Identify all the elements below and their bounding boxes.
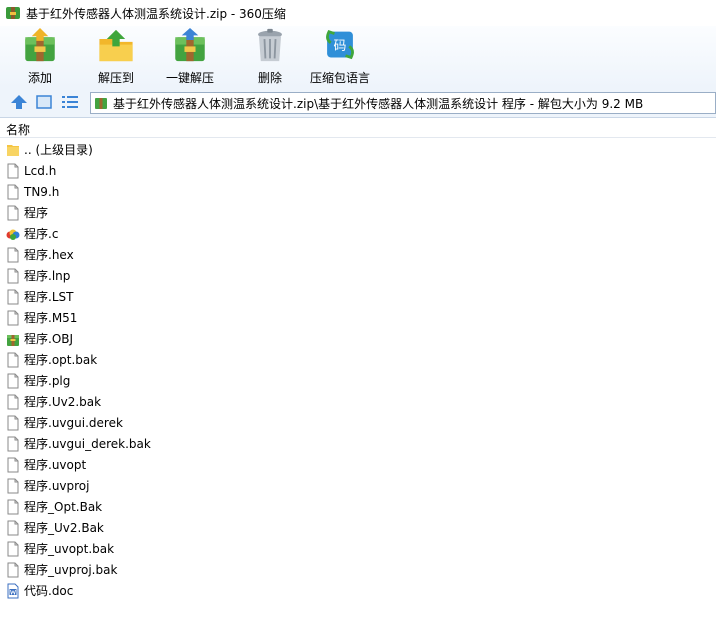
file-name: 代码.doc	[24, 584, 74, 598]
file-icon	[7, 541, 19, 556]
toolbar: 添加 解压到 一键解压 删除 码 压缩包语言	[0, 26, 716, 88]
path-text: 基于红外传感器人体测温系统设计.zip\基于红外传感器人体测温系统设计 程序 -…	[113, 96, 644, 111]
list-item[interactable]: 程序.LST	[0, 286, 716, 307]
list-item[interactable]: .. (上级目录)	[0, 139, 716, 160]
file-icon	[7, 310, 19, 325]
column-header[interactable]: 名称	[0, 119, 716, 138]
list-item[interactable]: 代码.doc	[0, 580, 716, 601]
list-item[interactable]: 程序_uvproj.bak	[0, 559, 716, 580]
list-item[interactable]: 程序	[0, 202, 716, 223]
archive-file-icon	[7, 334, 19, 346]
zip-file-icon	[95, 98, 107, 109]
file-name: 程序.M51	[24, 311, 78, 325]
file-icon	[7, 562, 19, 577]
archive-language-button[interactable]: 码 压缩包语言	[310, 28, 370, 86]
one-click-extract-button-label: 一键解压	[166, 71, 215, 85]
file-name: 程序.uvopt	[24, 458, 87, 472]
list-item[interactable]: 程序_Opt.Bak	[0, 496, 716, 517]
word-doc-icon	[7, 583, 19, 598]
list-view-icon[interactable]	[61, 94, 79, 110]
archive-language-button-label: 压缩包语言	[310, 71, 371, 85]
360-zip-app-icon	[6, 7, 20, 19]
list-item[interactable]: 程序.lnp	[0, 265, 716, 286]
file-name: 程序.LST	[24, 290, 74, 304]
file-name: 程序.OBJ	[24, 332, 74, 346]
delete-button-label: 删除	[257, 71, 282, 85]
window-title: 基于红外传感器人体测温系统设计.zip - 360压缩	[26, 6, 286, 21]
list-item[interactable]: 程序_uvopt.bak	[0, 538, 716, 559]
c-source-icon	[6, 229, 20, 240]
file-icon	[7, 205, 19, 220]
list-item[interactable]: TN9.h	[0, 181, 716, 202]
list-item[interactable]: 程序.c	[0, 223, 716, 244]
one-click-extract-button[interactable]: 一键解压	[166, 28, 214, 86]
language-glyph: 码	[334, 39, 347, 54]
file-name: TN9.h	[24, 184, 60, 199]
title-bar: 基于红外传感器人体测温系统设计.zip - 360压缩	[0, 0, 716, 26]
file-name: 程序_Opt.Bak	[24, 500, 103, 514]
file-icon	[7, 520, 19, 535]
file-name: 程序.hex	[24, 248, 74, 262]
file-icon	[7, 499, 19, 514]
up-arrow-icon[interactable]	[10, 94, 28, 110]
file-icon	[7, 247, 19, 262]
file-icon	[7, 457, 19, 472]
one-click-extract-icon	[175, 28, 205, 62]
file-icon	[7, 436, 19, 451]
add-archive-icon	[25, 28, 55, 62]
file-icon	[7, 373, 19, 388]
file-name: 程序.uvproj	[24, 479, 90, 493]
delete-button[interactable]: 删除	[250, 28, 290, 86]
file-icon	[7, 478, 19, 493]
file-name: 程序.lnp	[24, 269, 71, 283]
list-item[interactable]: 程序.OBJ	[0, 328, 716, 349]
archive-language-icon: 码	[326, 29, 354, 60]
folder-up-icon	[7, 144, 19, 156]
list-item[interactable]: 程序.hex	[0, 244, 716, 265]
file-icon	[7, 268, 19, 283]
path-field[interactable]: 基于红外传感器人体测温系统设计.zip\基于红外传感器人体测温系统设计 程序 -…	[90, 92, 716, 114]
file-name: 程序.Uv2.bak	[24, 395, 102, 409]
file-icon	[7, 289, 19, 304]
file-name: 程序_uvopt.bak	[24, 542, 115, 556]
trash-icon	[258, 28, 282, 62]
file-name: 程序.c	[24, 227, 59, 241]
file-name: 程序.plg	[24, 374, 71, 388]
file-icon	[7, 415, 19, 430]
file-name: 程序_Uv2.Bak	[24, 521, 104, 535]
add-button[interactable]: 添加	[20, 28, 60, 86]
add-button-label: 添加	[27, 71, 52, 85]
file-name: 程序.opt.bak	[24, 353, 98, 367]
list-item[interactable]: Lcd.h	[0, 160, 716, 181]
thumbnail-view-icon[interactable]	[35, 94, 53, 110]
file-icon	[7, 184, 19, 199]
list-item[interactable]: 程序.opt.bak	[0, 349, 716, 370]
extract-to-icon	[99, 29, 133, 62]
list-item[interactable]: 程序.uvgui.derek	[0, 412, 716, 433]
list-item[interactable]: 程序.uvproj	[0, 475, 716, 496]
list-item[interactable]: 程序_Uv2.Bak	[0, 517, 716, 538]
file-name: 程序.uvgui_derek.bak	[24, 437, 151, 451]
file-name: Lcd.h	[24, 163, 57, 178]
column-name-header[interactable]: 名称	[6, 121, 30, 138]
list-item[interactable]: 程序.Uv2.bak	[0, 391, 716, 412]
file-name: 程序	[24, 206, 49, 220]
list-item[interactable]: 程序.M51	[0, 307, 716, 328]
file-icon	[7, 394, 19, 409]
file-name: 程序.uvgui.derek	[24, 416, 123, 430]
file-name: .. (上级目录)	[24, 143, 93, 157]
list-item[interactable]: 程序.uvopt	[0, 454, 716, 475]
file-name: 程序_uvproj.bak	[24, 563, 118, 577]
extract-to-button[interactable]: 解压到	[96, 28, 136, 86]
address-bar: 基于红外传感器人体测温系统设计.zip\基于红外传感器人体测温系统设计 程序 -…	[0, 88, 716, 118]
extract-to-button-label: 解压到	[97, 71, 134, 85]
list-item[interactable]: 程序.plg	[0, 370, 716, 391]
file-icon	[7, 352, 19, 367]
file-icon	[7, 163, 19, 178]
list-item[interactable]: 程序.uvgui_derek.bak	[0, 433, 716, 454]
